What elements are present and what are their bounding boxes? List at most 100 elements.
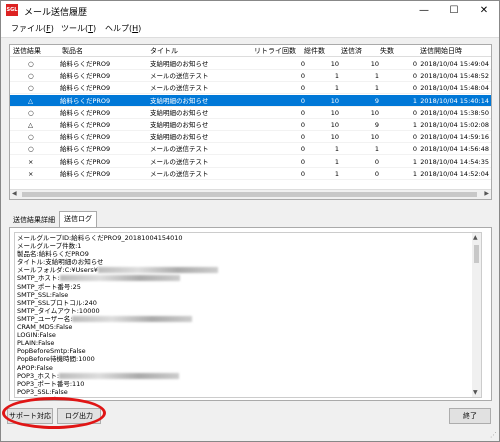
total-cell: 10 (330, 96, 339, 105)
horizontal-scrollbar[interactable]: ◀ ▶ (10, 189, 491, 199)
title-bar: SGL メール送信履歴 — ☐ ✕ (1, 1, 499, 20)
log-textarea[interactable]: メールグループID:給料らくだPRO9_20181004154010 メールグルー… (14, 232, 482, 398)
log-line-text: POP3_SSL:False (17, 387, 68, 396)
retry-cell: 0 (300, 84, 305, 93)
scrollbar-thumb[interactable] (474, 245, 479, 263)
product-cell: 給料らくだPRO9 (60, 145, 111, 154)
column-header-fail[interactable]: 失数 (380, 46, 394, 56)
retry-cell: 0 (300, 157, 305, 166)
column-header-sent[interactable]: 送信済 (341, 46, 362, 56)
log-line-text: APOP:False (17, 363, 53, 372)
table-row[interactable]: × 給料らくだPRO9 メールの送信テスト 0 1 0 1 2018/10/04 14:52:… (10, 168, 491, 180)
column-header-retry[interactable]: リトライ回数 (254, 46, 296, 56)
table-row[interactable]: ○ 給料らくだPRO9 支給明細のお知らせ 0 10 10 0 2018/10/04 14:5… (10, 131, 491, 144)
menu-file-label: ファイル( (11, 24, 47, 33)
retry-cell: 0 (300, 96, 305, 105)
log-line: POP3_SSL:False (17, 388, 479, 396)
table-row[interactable]: △ 給料らくだPRO9 支給明細のお知らせ 0 10 9 1 2018/10/04 15:40… (10, 94, 491, 107)
tab-send-log[interactable]: 送信ログ (59, 211, 97, 227)
title-cell: メールの送信テスト (150, 145, 209, 154)
fail-cell: 0 (412, 133, 417, 142)
send-log-panel: メールグループID:給料らくだPRO9_20181004154010 メールグルー… (9, 227, 492, 401)
column-header-result[interactable]: 送信結果 (13, 46, 41, 56)
table-row[interactable]: ○ 給料らくだPRO9 メールの送信テスト 0 1 1 0 2018/10/04 14:56:… (10, 143, 491, 156)
log-line-text: PopBefore待機時間:1000 (17, 355, 95, 364)
log-line: メールフォルダ:C:¥Users¥ (17, 266, 479, 274)
log-line: PopBefore待機時間:1000 (17, 355, 479, 363)
result-cell: ○ (28, 108, 34, 117)
menu-bar: ファイル(F) ツール(T) ヘルプ(H) (1, 20, 499, 38)
result-cell: ○ (28, 84, 34, 93)
scrollbar-thumb[interactable] (22, 192, 477, 197)
product-cell: 給料らくだPRO9 (60, 133, 111, 142)
grid-header: 送信結果 製品名 タイトル リトライ回数 総件数 送信済 失数 送信開始日時 (10, 45, 491, 57)
fail-cell: 0 (412, 60, 417, 68)
retry-cell: 0 (300, 60, 305, 68)
close-button[interactable]: ✕ (469, 1, 499, 20)
log-line: APOP:False (17, 364, 479, 372)
log-line: SMTP_SSL:False (17, 291, 479, 299)
column-header-product[interactable]: 製品名 (62, 46, 83, 56)
table-row[interactable]: × 給料らくだPRO9 メールの送信テスト 0 1 0 1 2018/10/04 14:54:… (10, 156, 491, 168)
fail-cell: 0 (412, 145, 417, 154)
product-cell: 給料らくだPRO9 (60, 121, 111, 129)
total-cell: 1 (334, 157, 339, 166)
history-grid[interactable]: 送信結果 製品名 タイトル リトライ回数 総件数 送信済 失数 送信開始日時 ○… (9, 44, 492, 200)
retry-cell: 0 (300, 121, 305, 129)
log-line: POP3_ポート番号:110 (17, 380, 479, 388)
sent-cell: 9 (374, 121, 379, 129)
exit-button[interactable]: 終了 (449, 408, 491, 424)
log-line: SMTP_ポート番号:25 (17, 283, 479, 291)
sent-cell: 10 (370, 133, 379, 142)
log-line-text: SMTP_ホスト: (17, 274, 60, 283)
log-line-text: SMTP_ポート番号:25 (17, 282, 81, 291)
scroll-right-icon[interactable]: ▶ (484, 190, 489, 197)
fail-cell: 0 (412, 72, 417, 81)
log-line: SMTP_ユーザー名: (17, 315, 479, 323)
table-row[interactable]: ○ 給料らくだPRO9 支給明細のお知らせ 0 10 10 0 2018/10/04 15:4… (10, 58, 491, 70)
minimize-button[interactable]: — (409, 1, 439, 20)
scroll-up-icon[interactable]: ▲ (473, 234, 478, 241)
column-header-title[interactable]: タイトル (150, 46, 178, 56)
title-cell: 支給明細のお知らせ (150, 96, 209, 105)
title-cell: メールの送信テスト (150, 157, 209, 166)
date-cell: 2018/10/04 15:38:50 (420, 108, 489, 117)
date-cell: 2018/10/04 14:56:48 (420, 145, 489, 154)
date-cell: 2018/10/04 15:48:04 (420, 84, 489, 93)
table-row[interactable]: ○ 給料らくだPRO9 メールの送信テスト 0 1 1 0 2018/10/04 15:48:… (10, 70, 491, 83)
retry-cell: 0 (300, 108, 305, 117)
scroll-down-icon[interactable]: ▼ (473, 389, 478, 396)
column-header-total[interactable]: 総件数 (304, 46, 325, 56)
result-cell: ○ (28, 145, 34, 154)
menu-help[interactable]: ヘルプ(H) (105, 23, 141, 34)
log-line: SMTP_タイムアウト:10000 (17, 307, 479, 315)
redacted-region (72, 315, 193, 322)
column-header-date[interactable]: 送信開始日時 (420, 46, 462, 56)
product-cell: 給料らくだPRO9 (60, 96, 111, 105)
window-title: メール送信履歴 (24, 8, 88, 18)
menu-file[interactable]: ファイル(F) (11, 23, 54, 34)
redacted-region (59, 275, 180, 282)
log-line-text: POP3_ホスト: (17, 371, 60, 380)
tab-send-result-detail[interactable]: 送信結果詳細 (9, 213, 59, 227)
menu-tools[interactable]: ツール(T) (61, 23, 96, 34)
resize-grip-icon[interactable]: ⋰ (490, 431, 497, 439)
date-cell: 2018/10/04 15:48:52 (420, 72, 489, 81)
table-row[interactable]: △ 給料らくだPRO9 支給明細のお知らせ 0 10 9 1 2018/10/04 15:02… (10, 119, 491, 131)
total-cell: 10 (330, 121, 339, 129)
vertical-scrollbar[interactable]: ▲ ▼ (472, 233, 481, 397)
table-row[interactable]: ○ 給料らくだPRO9 メールの送信テスト 0 1 1 0 2018/10/04 15:48:… (10, 82, 491, 95)
log-line-text: メールグループID:給料らくだPRO9_20181004154010 (17, 234, 183, 242)
table-row[interactable]: ○ 給料らくだPRO9 支給明細のお知らせ 0 10 10 0 2018/10/04 15:3… (10, 107, 491, 119)
menu-tools-suffix: ) (93, 24, 97, 33)
log-line-text: SMTP_SSL:False (17, 290, 69, 299)
log-line-text: SMTP_タイムアウト:10000 (17, 306, 100, 315)
log-line: POP3_SSLプロトコル:240 (17, 396, 479, 397)
scroll-left-icon[interactable]: ◀ (12, 190, 17, 197)
menu-file-suffix: ) (50, 24, 54, 33)
log-line: CRAM_MD5:False (17, 323, 479, 331)
fail-cell: 1 (412, 96, 417, 105)
maximize-button[interactable]: ☐ (439, 1, 469, 20)
highlight-annotation (2, 397, 106, 429)
fail-cell: 1 (412, 157, 417, 166)
